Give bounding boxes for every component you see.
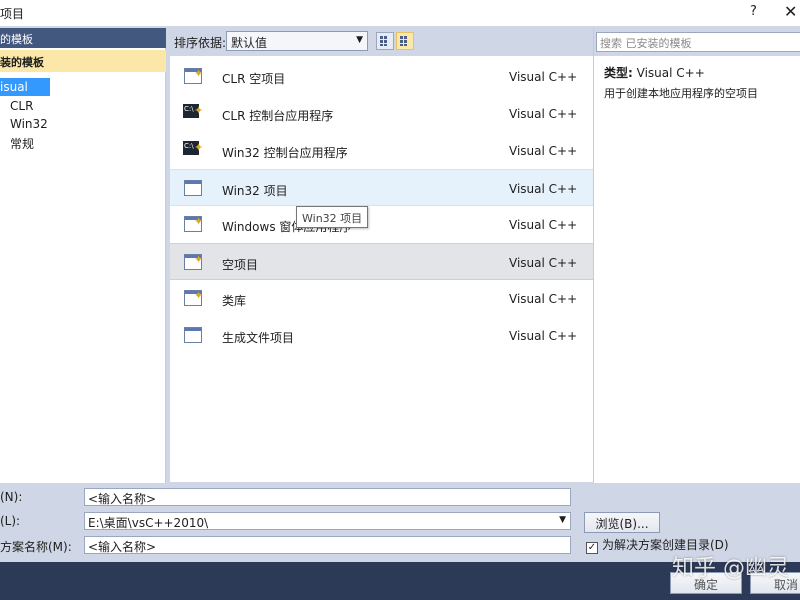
template-language: Visual C++ (509, 292, 578, 306)
template-language: Visual C++ (509, 144, 578, 158)
template-row-windows-forms[interactable]: ✦ Windows 窗体应用程序 Visual C++ (170, 206, 593, 243)
win32-console-icon: C:\ ✦ (183, 141, 204, 155)
search-bar: 搜索 已安装的模板 (594, 28, 800, 56)
sort-toolbar: 排序依据: 默认值 ▼ (168, 28, 593, 54)
sort-value: 默认值 (231, 36, 268, 50)
chevron-down-icon: ▼ (559, 515, 566, 525)
template-details-pane: 搜索 已安装的模板 类型: Visual C++ 用于创建本地应用程序的空项目 (593, 28, 800, 483)
location-label: (L): (0, 514, 21, 528)
watermark: 知乎 @幽灵 (672, 556, 789, 581)
tree-item-visual-cpp[interactable]: isual C++ (0, 78, 50, 108)
small-icons-view-button[interactable] (376, 32, 394, 50)
close-button[interactable]: ✕ (784, 2, 797, 21)
template-language: Visual C++ (509, 182, 578, 196)
makefile-project-icon (182, 325, 204, 345)
template-type: 类型: Visual C++ (604, 64, 705, 81)
template-name: 生成文件项目 (222, 331, 295, 345)
template-row-makefile-project[interactable]: 生成文件项目 Visual C++ (170, 317, 593, 354)
solution-name-field[interactable]: <输入名称> (84, 536, 571, 554)
type-value: Visual C++ (636, 66, 705, 80)
clr-console-icon: C:\ ✦ (183, 104, 204, 118)
tree-item-general[interactable]: 常规 (10, 135, 34, 152)
template-name: CLR 空项目 (222, 72, 286, 86)
solution-name-label: 方案名称(M): (0, 540, 72, 554)
chevron-down-icon: ▼ (356, 35, 363, 45)
recent-templates-header[interactable]: 的模板 (0, 28, 166, 48)
template-language: Visual C++ (509, 70, 578, 84)
search-input[interactable]: 搜索 已安装的模板 (596, 32, 800, 52)
create-directory-checkbox[interactable]: ✓ (586, 542, 598, 554)
grid-icon (380, 36, 390, 46)
type-label: 类型: (604, 66, 633, 80)
template-row-clr-empty[interactable]: ✦ CLR 空项目 Visual C++ (170, 58, 593, 95)
template-tooltip: Win32 项目 (296, 206, 369, 228)
sort-label: 排序依据: (174, 36, 227, 50)
template-name: 空项目 (222, 258, 259, 272)
template-language: Visual C++ (509, 218, 578, 232)
windows-forms-icon: ✦ (182, 214, 204, 234)
template-row-class-library[interactable]: ✦ 类库 Visual C++ (170, 280, 593, 317)
template-name: Win32 控制台应用程序 (222, 146, 348, 160)
location-field[interactable]: E:\桌面\vsC++2010\ ▼ (84, 512, 571, 530)
template-name: CLR 控制台应用程序 (222, 109, 334, 123)
template-language: Visual C++ (509, 256, 578, 270)
sort-dropdown[interactable]: 默认值 ▼ (226, 31, 368, 51)
title-bar: 项目 ? ✕ (0, 0, 800, 26)
tree-item-win32[interactable]: Win32 (10, 117, 48, 131)
template-category-pane: 的模板 装的模板 isual C++ CLR Win32 常规 (0, 28, 166, 483)
template-row-win32-console[interactable]: C:\ ✦ Win32 控制台应用程序 Visual C++ (170, 132, 593, 169)
browse-button[interactable]: 浏览(B)... (584, 512, 660, 533)
empty-project-icon: ✦ (182, 252, 204, 272)
list-icon (400, 36, 410, 46)
template-row-clr-console[interactable]: C:\ ✦ CLR 控制台应用程序 Visual C++ (170, 95, 593, 132)
clr-empty-icon: ✦ (182, 66, 204, 86)
list-view-button[interactable] (396, 32, 414, 50)
template-language: Visual C++ (509, 107, 578, 121)
class-library-icon: ✦ (182, 288, 204, 308)
name-field[interactable]: <输入名称> (84, 488, 571, 506)
name-label: (N): (0, 490, 23, 504)
help-button[interactable]: ? (750, 4, 757, 19)
template-name: 类库 (222, 294, 247, 308)
template-language: Visual C++ (509, 329, 578, 343)
template-description: 用于创建本地应用程序的空项目 (604, 87, 758, 100)
template-row-empty-project[interactable]: ✦ 空项目 Visual C++ (170, 243, 593, 280)
template-list: ✦ CLR 空项目 Visual C++ C:\ ✦ CLR 控制台应用程序 Vi… (170, 56, 593, 482)
dialog-title: 项目 (0, 7, 25, 21)
tree-item-clr[interactable]: CLR (10, 99, 33, 113)
template-row-win32-project[interactable]: Win32 项目 Visual C++ (170, 169, 593, 206)
installed-templates-header[interactable]: 装的模板 (0, 50, 166, 72)
win32-project-icon (182, 178, 204, 198)
template-name: Win32 项目 (222, 184, 288, 198)
location-value: E:\桌面\vsC++2010\ (88, 516, 209, 530)
